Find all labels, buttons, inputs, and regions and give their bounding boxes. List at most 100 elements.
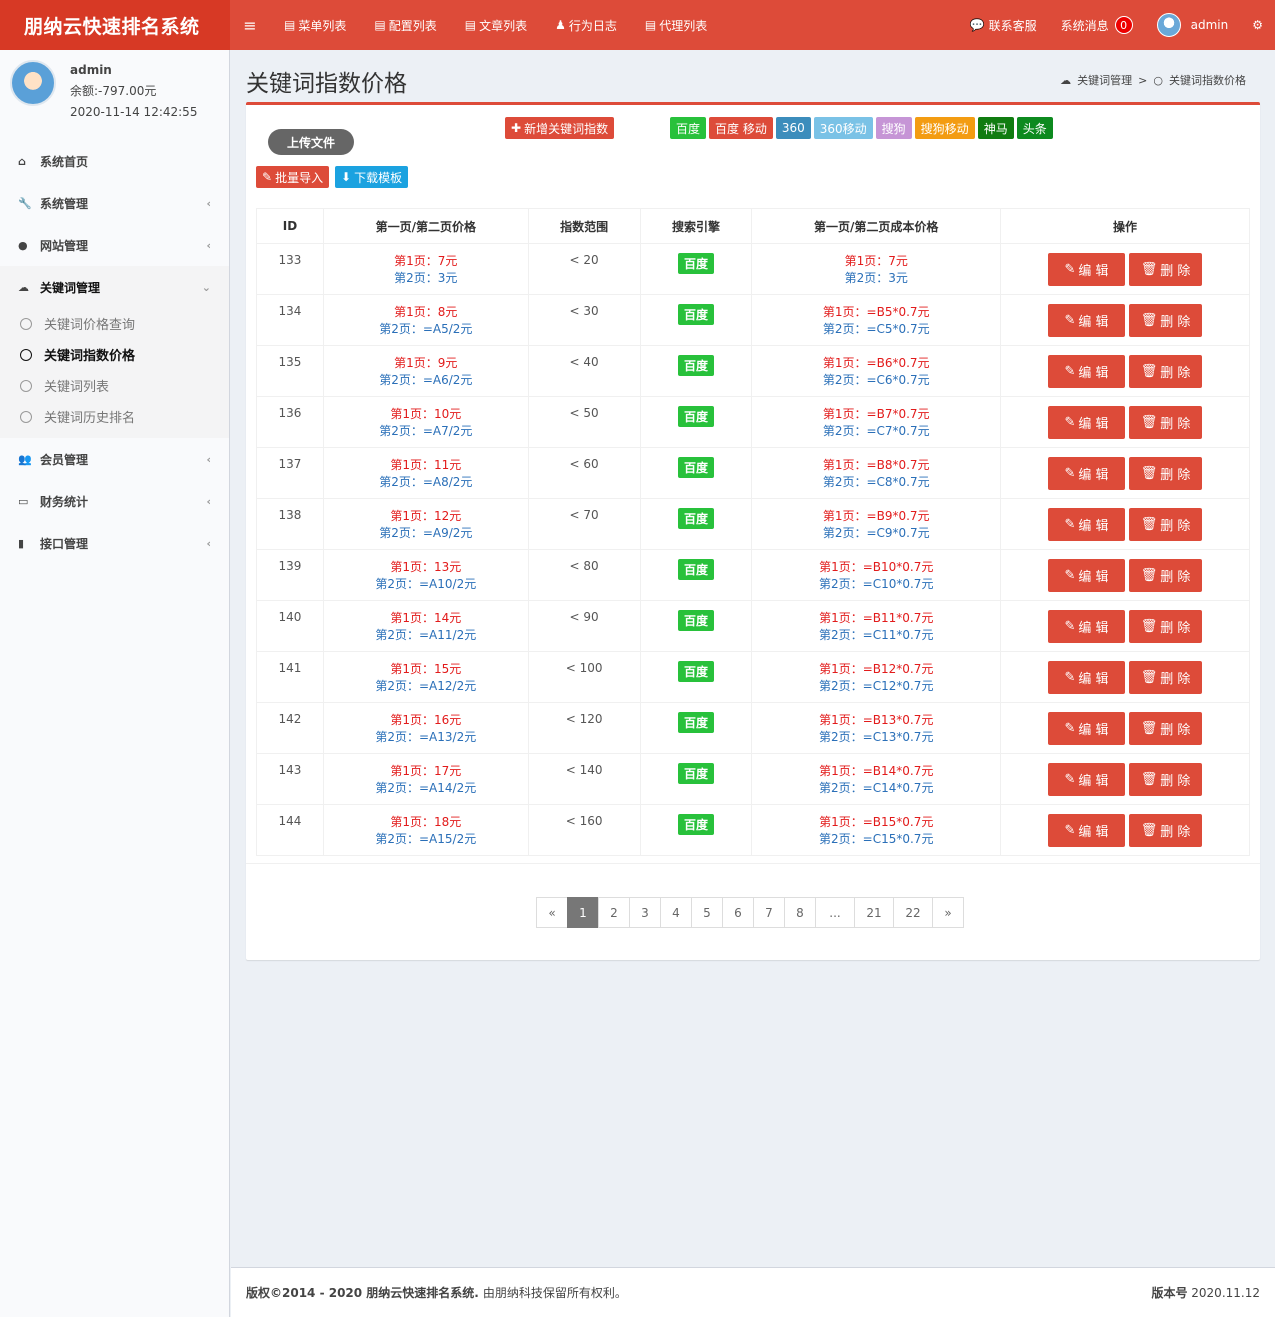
edit-button[interactable]: ✎ 编 辑 [1048, 559, 1126, 592]
delete-button[interactable]: 🗑 删 除 [1129, 814, 1203, 847]
keywords-submenu: 关键词价格查询 关键词指数价格 关键词列表 关键词历史排名 [0, 308, 229, 438]
engine-filter-360-mobile[interactable]: 360移动 [813, 117, 873, 139]
pagination-page[interactable]: 2 [598, 897, 630, 928]
gears-icon[interactable]: ⚙ [1240, 18, 1275, 32]
engine-filter-baidu-mobile[interactable]: 百度 移动 [709, 117, 773, 139]
price-page2: 第2页：=A12/2元 [375, 679, 477, 693]
delete-button[interactable]: 🗑 删 除 [1129, 406, 1203, 439]
pagination-page[interactable]: 5 [691, 897, 723, 928]
submenu-history-rank[interactable]: 关键词历史排名 [0, 401, 229, 432]
contact-service-link[interactable]: 💬 联系客服 [958, 17, 1049, 34]
system-messages-link[interactable]: 系统消息 0 [1049, 16, 1145, 34]
edit-button[interactable]: ✎ 编 辑 [1048, 610, 1126, 643]
edit-button[interactable]: ✎ 编 辑 [1048, 712, 1126, 745]
sidebar-item-finance[interactable]: ▭ 财务统计 ‹ [0, 480, 229, 522]
pagination-page[interactable]: 7 [753, 897, 785, 928]
brand-logo[interactable]: 朋纳云快速排名系统 [0, 0, 230, 50]
download-template-button[interactable]: ⬇ 下载模板 [335, 166, 409, 188]
cell-actions: ✎ 编 辑 🗑 删 除 [1000, 651, 1250, 703]
submenu-index-price[interactable]: 关键词指数价格 [0, 339, 229, 370]
price-page1: 第1页：9元 [394, 356, 458, 370]
credit-card-icon: ▭ [18, 494, 29, 508]
engine-filter-sogou-mobile[interactable]: 搜狗移动 [914, 117, 975, 139]
sidebar-item-system[interactable]: 🔧 系统管理 ‹ [0, 182, 229, 224]
delete-button[interactable]: 🗑 删 除 [1129, 610, 1203, 643]
delete-button[interactable]: 🗑 删 除 [1129, 457, 1203, 490]
pagination-page[interactable]: 21 [854, 897, 894, 928]
edit-button[interactable]: ✎ 编 辑 [1048, 763, 1126, 796]
edit-icon: ✎ [1064, 568, 1076, 583]
breadcrumb-parent[interactable]: 关键词管理 [1077, 72, 1132, 88]
cost-page2: 第2页：=C13*0.7元 [819, 730, 934, 744]
user-menu[interactable]: admin [1145, 13, 1241, 37]
top-header: 朋纳云快速排名系统 ≡ ▤ 菜单列表 ▤ 配置列表 ▤ 文章列表 ♟ 行为日志 ▤ 代理列… [0, 0, 1275, 50]
price-page1: 第1页：7元 [394, 254, 458, 268]
pagination-page[interactable]: 8 [784, 897, 816, 928]
edit-button[interactable]: ✎ 编 辑 [1048, 508, 1126, 541]
cell-range: < 20 [527, 243, 641, 295]
edit-button[interactable]: ✎ 编 辑 [1048, 661, 1126, 694]
cell-cost: 第1页：=B8*0.7元 第2页：=C8*0.7元 [751, 447, 1002, 499]
edit-button[interactable]: ✎ 编 辑 [1048, 304, 1126, 337]
engine-filter-toutiao[interactable]: 头条 [1016, 117, 1053, 139]
engine-filter-shenma[interactable]: 神马 [977, 117, 1014, 139]
delete-button[interactable]: 🗑 删 除 [1129, 763, 1203, 796]
delete-button[interactable]: 🗑 删 除 [1129, 253, 1203, 286]
pagination-page[interactable]: 1 [567, 897, 599, 928]
edit-button[interactable]: ✎ 编 辑 [1048, 814, 1126, 847]
engine-filter-sogou[interactable]: 搜狗 [875, 117, 912, 139]
delete-button[interactable]: 🗑 删 除 [1129, 508, 1203, 541]
cost-page2: 第2页：=C10*0.7元 [819, 577, 934, 591]
engine-filter-baidu[interactable]: 百度 [670, 117, 707, 139]
cell-id: 142 [256, 702, 324, 754]
sidebar-item-keywords[interactable]: ☁ 关键词管理 ⌄ [0, 266, 229, 308]
batch-import-button[interactable]: ✎ 批量导入 [256, 166, 330, 188]
pagination-page[interactable]: 6 [722, 897, 754, 928]
delete-button[interactable]: 🗑 删 除 [1129, 559, 1203, 592]
pagination-page: ... [815, 897, 855, 928]
pagination-page[interactable]: 4 [660, 897, 692, 928]
price-page2: 第2页：=A14/2元 [375, 781, 477, 795]
submenu-price-query[interactable]: 关键词价格查询 [0, 308, 229, 339]
cell-actions: ✎ 编 辑 🗑 删 除 [1000, 396, 1250, 448]
add-keyword-index-button[interactable]: ✚ 新增关键词指数 [505, 117, 615, 139]
cell-actions: ✎ 编 辑 🗑 删 除 [1000, 804, 1250, 856]
chevron-left-icon: ‹ [206, 196, 211, 210]
pagination-prev[interactable]: « [536, 897, 568, 928]
upload-file-button[interactable]: 上传文件 [268, 129, 354, 155]
delete-button[interactable]: 🗑 删 除 [1129, 661, 1203, 694]
edit-button[interactable]: ✎ 编 辑 [1048, 457, 1126, 490]
engine-filter-group: 百度 百度 移动 360 360移动 搜狗 搜狗移动 神马 头条 [670, 117, 1053, 139]
delete-button[interactable]: 🗑 删 除 [1129, 712, 1203, 745]
cell-engine: 百度 [639, 600, 753, 652]
delete-button[interactable]: 🗑 删 除 [1129, 355, 1203, 388]
submenu-keyword-list[interactable]: 关键词列表 [0, 370, 229, 401]
pagination-next[interactable]: » [932, 897, 964, 928]
footer-rights: 由朋纳科技保留所有权利。 [482, 1286, 627, 1300]
box-divider [246, 863, 1260, 864]
edit-button[interactable]: ✎ 编 辑 [1048, 253, 1126, 286]
cost-page1: 第1页：=B11*0.7元 [819, 611, 934, 625]
nav-menu-list[interactable]: ▤ 菜单列表 [270, 17, 360, 34]
nav-agent-list[interactable]: ▤ 代理列表 [631, 17, 721, 34]
chevron-left-icon: ‹ [206, 238, 211, 252]
nav-article-list[interactable]: ▤ 文章列表 [451, 17, 541, 34]
engine-filter-360[interactable]: 360 [775, 117, 811, 139]
pagination-page[interactable]: 22 [893, 897, 933, 928]
edit-button[interactable]: ✎ 编 辑 [1048, 355, 1126, 388]
list-icon: ▤ [464, 18, 477, 32]
sidebar-item-members[interactable]: 👥 会员管理 ‹ [0, 438, 229, 480]
delete-button[interactable]: 🗑 删 除 [1129, 304, 1203, 337]
main-box: 上传文件 ✚ 新增关键词指数 百度 百度 移动 360 360移动 搜狗 搜狗移动… [246, 102, 1260, 960]
table-row: 142 第1页：16元 第2页：=A13/2元 < 120 百度 第1页：=B13*0.7… [256, 702, 1250, 754]
sidebar-item-api[interactable]: ▮ 接口管理 ‹ [0, 522, 229, 564]
nav-config-list[interactable]: ▤ 配置列表 [360, 17, 450, 34]
sidebar-item-home[interactable]: ⌂ 系统首页 [0, 140, 229, 182]
edit-button[interactable]: ✎ 编 辑 [1048, 406, 1126, 439]
sidebar-toggle-icon[interactable]: ≡ [230, 16, 270, 35]
sidebar-item-website[interactable]: ● 网站管理 ‹ [0, 224, 229, 266]
cell-price: 第1页：17元 第2页：=A14/2元 [322, 753, 529, 805]
price-page2: 第2页：=A8/2元 [379, 475, 473, 489]
pagination-page[interactable]: 3 [629, 897, 661, 928]
nav-behavior-log[interactable]: ♟ 行为日志 [541, 17, 631, 34]
